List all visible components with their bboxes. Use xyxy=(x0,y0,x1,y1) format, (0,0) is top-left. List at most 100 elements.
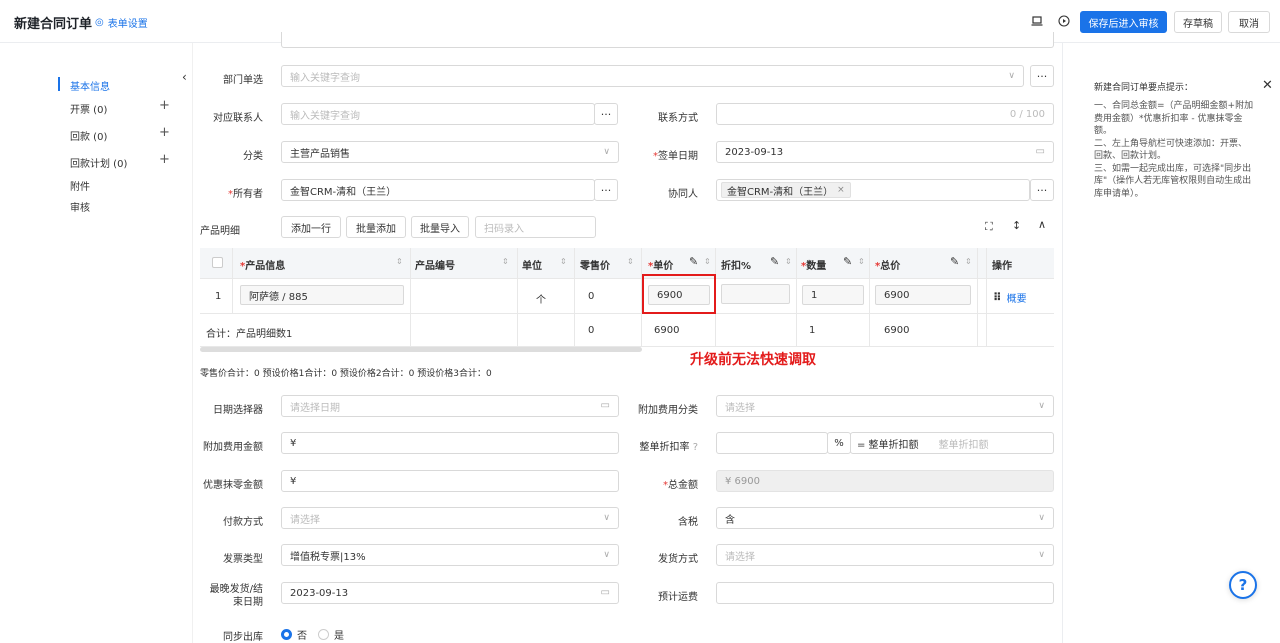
horizontal-scrollbar[interactable] xyxy=(200,347,642,352)
est-freight-input[interactable] xyxy=(716,582,1054,604)
tips-body: 一、合同总金额=（产品明细金额+附加费用金额）*优惠折扣率 - 优惠抹零金额。 … xyxy=(1094,100,1254,200)
sign-date-label: *签单日期 xyxy=(653,151,698,162)
invoice-type-value: 增值税专票|13% xyxy=(290,551,366,563)
latest-ship-date-input[interactable]: 2023-09-13 ▭ xyxy=(281,582,619,604)
rounding-input[interactable]: ¥ xyxy=(281,470,619,492)
product-info-cell[interactable]: 阿萨德 / 885 xyxy=(240,285,404,305)
dept-select[interactable]: 输入关键字查询 ∨ xyxy=(281,65,1024,87)
cut-off-field xyxy=(281,32,1054,48)
sidebar-item-payment-plan[interactable]: 回款计划 (0) xyxy=(70,155,127,170)
ship-method-select[interactable]: 请选择 ∨ xyxy=(716,544,1054,566)
total-input[interactable]: 6900 xyxy=(875,285,971,305)
sort-icon[interactable]: ⇕ xyxy=(858,257,865,266)
dept-more-button[interactable]: ··· xyxy=(1030,65,1054,87)
collab-more-button[interactable]: ··· xyxy=(1030,179,1054,201)
select-all-checkbox[interactable] xyxy=(212,257,223,268)
payment-select[interactable]: 请选择 ∨ xyxy=(281,507,619,529)
calendar-icon: ▭ xyxy=(600,400,610,411)
sort-icon[interactable]: ⇕ xyxy=(965,257,972,266)
close-icon[interactable]: × xyxy=(837,185,845,195)
col-actions: 操作 xyxy=(992,261,1012,272)
owner-more-button[interactable]: ··· xyxy=(594,179,618,201)
dept-label: 部门单选 xyxy=(223,75,263,86)
invoice-type-select[interactable]: 增值税专票|13% ∨ xyxy=(281,544,619,566)
date-picker-input[interactable]: 请选择日期 ▭ xyxy=(281,395,619,417)
cancel-button[interactable]: 取消 xyxy=(1228,11,1270,33)
owner-input[interactable]: 金智CRM-清和（王兰） xyxy=(281,179,595,201)
date-picker-label: 日期选择器 xyxy=(213,405,263,416)
sync-no-radio[interactable]: 否 xyxy=(281,627,307,642)
collab-input[interactable]: 金智CRM-清和（王兰） × xyxy=(716,179,1030,201)
sign-date-input[interactable]: 2023-09-13 ▭ xyxy=(716,141,1054,163)
sidebar-item-invoice[interactable]: 开票 (0) xyxy=(70,101,107,116)
laptop-icon[interactable] xyxy=(1030,14,1044,28)
contact-more-button[interactable]: ··· xyxy=(594,103,618,125)
help-circle-icon[interactable]: ? xyxy=(693,442,698,453)
close-icon[interactable]: ✕ xyxy=(1262,78,1273,93)
sort-icon[interactable]: ⇕ xyxy=(502,257,509,266)
contact-method-label: 联系方式 xyxy=(658,113,698,124)
help-question-icon[interactable]: ? xyxy=(1229,571,1257,599)
save-submit-button[interactable]: 保存后进入审核 xyxy=(1080,11,1167,33)
save-draft-button[interactable]: 存草稿 xyxy=(1174,11,1222,33)
collab-label: 协同人 xyxy=(668,189,698,200)
latest-ship-label-line2: 束日期 xyxy=(233,597,263,608)
add-payment-icon[interactable]: + xyxy=(159,125,170,140)
scan-input[interactable]: 扫码录入 xyxy=(475,216,596,238)
calendar-icon: ▭ xyxy=(600,587,610,598)
owner-label-text: 所有者 xyxy=(233,189,263,200)
play-circle-icon[interactable] xyxy=(1057,14,1071,28)
edit-pencil-icon[interactable]: ✎ xyxy=(770,255,779,268)
date-picker-placeholder: 请选择日期 xyxy=(290,402,340,414)
extra-fee-amount-input[interactable]: ¥ xyxy=(281,432,619,454)
add-invoice-icon[interactable]: + xyxy=(159,98,170,113)
sync-yes-radio[interactable]: 是 xyxy=(318,627,344,642)
sidebar-item-basic-info[interactable]: 基本信息 xyxy=(70,78,110,93)
ship-method-placeholder: 请选择 xyxy=(725,551,755,563)
column-divider xyxy=(977,248,978,346)
category-select[interactable]: 主营产品销售 ∨ xyxy=(281,141,619,163)
add-row-button[interactable]: 添加一行 xyxy=(281,216,341,238)
sidebar-item-review[interactable]: 审核 xyxy=(70,199,90,214)
currency-symbol: ¥ xyxy=(290,437,297,449)
batch-import-button[interactable]: 批量导入 xyxy=(411,216,469,238)
edit-pencil-icon[interactable]: ✎ xyxy=(843,255,852,268)
contact-method-input[interactable]: 0 / 100 xyxy=(716,103,1054,125)
sort-icon[interactable]: ⇕ xyxy=(785,257,792,266)
extra-fee-type-select[interactable]: 请选择 ∨ xyxy=(716,395,1054,417)
row-summary-action[interactable]: ⠿ 概要 xyxy=(993,290,1027,305)
chevron-up-icon[interactable]: ∧ xyxy=(1038,218,1046,231)
sidebar-item-payment[interactable]: 回款 (0) xyxy=(70,128,107,143)
sidebar-item-attachments[interactable]: 附件 xyxy=(70,178,90,193)
chevron-down-icon: ∨ xyxy=(1038,401,1045,411)
sort-icon[interactable]: ⇕ xyxy=(396,257,403,266)
drag-handle-icon[interactable]: ⠿ xyxy=(993,291,1002,304)
table-divider xyxy=(200,313,1054,314)
col-unit-price: *单价 xyxy=(648,261,674,272)
resize-vertical-icon[interactable]: ↕ xyxy=(1012,219,1021,232)
sort-icon[interactable]: ⇕ xyxy=(704,257,711,266)
discount-amount-input[interactable]: = 整单折扣额 整单折扣额 xyxy=(850,432,1054,454)
sort-icon[interactable]: ⇕ xyxy=(560,257,567,266)
est-freight-label: 预计运费 xyxy=(658,592,698,603)
form-settings-link[interactable]: ◎ 表单设置 xyxy=(95,15,148,30)
edit-pencil-icon[interactable]: ✎ xyxy=(950,255,959,268)
tax-label: 含税 xyxy=(678,517,698,528)
discount-rate-input[interactable] xyxy=(716,432,828,454)
radio-unselected[interactable] xyxy=(318,629,329,640)
batch-add-button[interactable]: 批量添加 xyxy=(346,216,406,238)
add-payment-plan-icon[interactable]: + xyxy=(159,152,170,167)
radio-selected[interactable] xyxy=(281,629,292,640)
summary-link[interactable]: 概要 xyxy=(1007,290,1027,305)
discount-input[interactable] xyxy=(721,284,790,304)
edit-pencil-icon[interactable]: ✎ xyxy=(689,255,698,268)
total-label-text: 总金额 xyxy=(668,480,698,491)
contact-input[interactable]: 输入关键字查询 xyxy=(281,103,595,125)
discount-amount-placeholder: 整单折扣额 xyxy=(938,439,989,451)
tax-select[interactable]: 含 ∨ xyxy=(716,507,1054,529)
sort-icon[interactable]: ⇕ xyxy=(627,257,634,266)
quantity-input[interactable]: 1 xyxy=(802,285,864,305)
discount-rate-label-text: 整单折扣率 xyxy=(639,442,690,453)
fullscreen-icon[interactable]: ⛶ xyxy=(985,220,993,234)
page-title: 新建合同订单 xyxy=(14,17,93,32)
